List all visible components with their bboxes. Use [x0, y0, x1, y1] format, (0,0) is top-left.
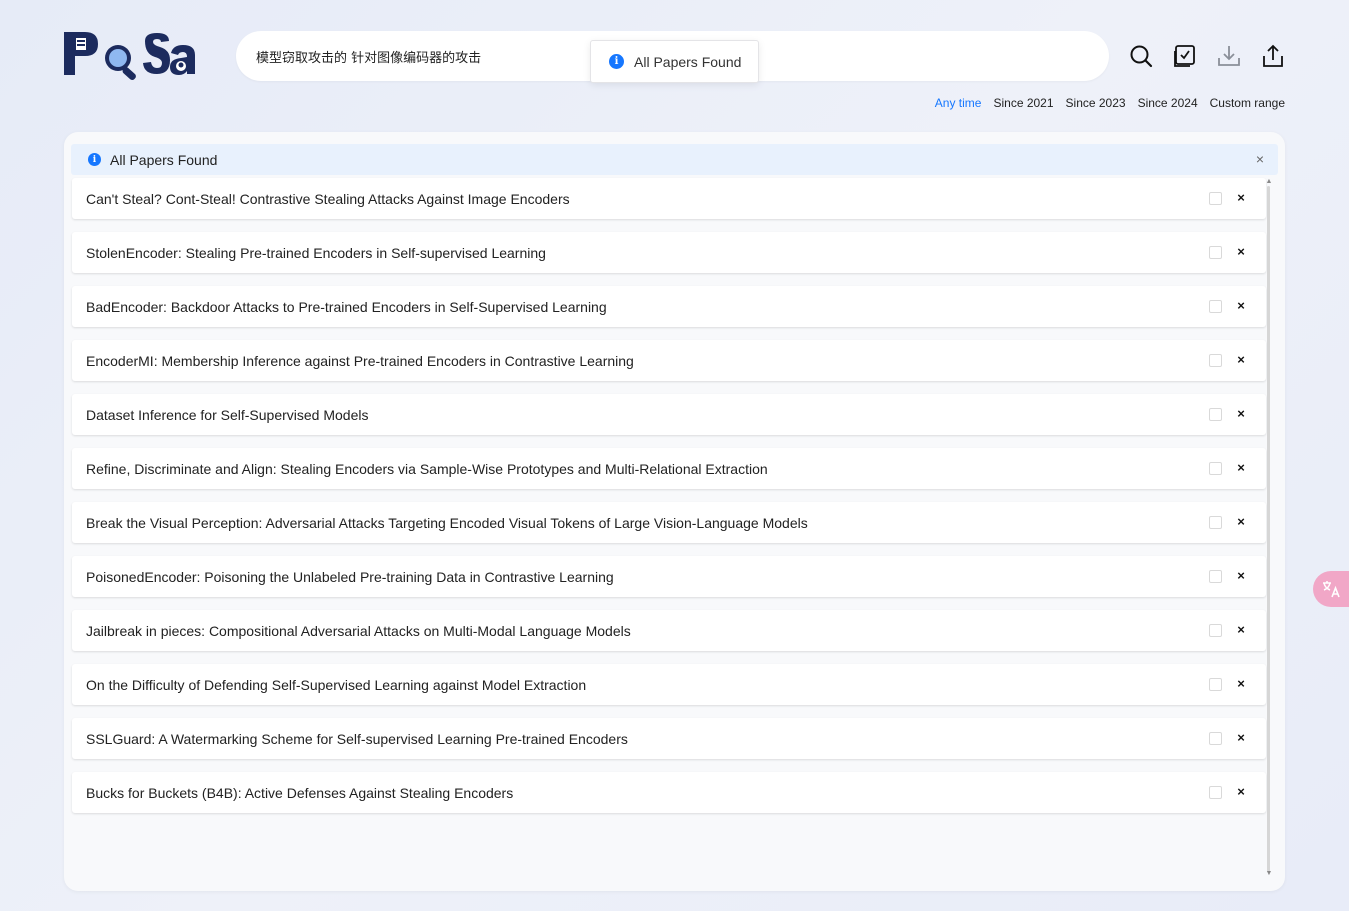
remove-icon[interactable]: × [1234, 514, 1248, 530]
paper-checkbox[interactable] [1209, 246, 1222, 259]
remove-icon[interactable]: × [1234, 730, 1248, 746]
remove-icon[interactable]: × [1234, 460, 1248, 476]
paper-title[interactable]: Can't Steal? Cont-Steal! Contrastive Ste… [86, 191, 570, 207]
list-item: Break the Visual Perception: Adversarial… [72, 502, 1266, 543]
list-item: StolenEncoder: Stealing Pre-trained Enco… [72, 232, 1266, 273]
search-icon [1130, 45, 1153, 68]
paper-title[interactable]: PoisonedEncoder: Poisoning the Unlabeled… [86, 569, 614, 585]
pasa-logo-image [64, 32, 195, 81]
paper-title[interactable]: StolenEncoder: Stealing Pre-trained Enco… [86, 245, 546, 261]
paper-checkbox[interactable] [1209, 408, 1222, 421]
translate-button[interactable] [1313, 571, 1349, 607]
paper-title[interactable]: Break the Visual Perception: Adversarial… [86, 515, 808, 531]
list-item: Bucks for Buckets (B4B): Active Defenses… [72, 772, 1266, 813]
time-filters: Any time Since 2021 Since 2023 Since 202… [935, 96, 1285, 110]
toast-text: All Papers Found [634, 53, 742, 70]
select-all-icon [1174, 45, 1195, 67]
paper-title[interactable]: Jailbreak in pieces: Compositional Adver… [86, 623, 631, 639]
share-button[interactable] [1260, 43, 1286, 69]
remove-icon[interactable]: × [1234, 676, 1248, 692]
list-item: SSLGuard: A Watermarking Scheme for Self… [72, 718, 1266, 759]
info-icon: i [88, 153, 101, 166]
filter-since-2024[interactable]: Since 2024 [1138, 96, 1198, 110]
paper-title[interactable]: Refine, Discriminate and Align: Stealing… [86, 461, 768, 477]
paper-checkbox[interactable] [1209, 624, 1222, 637]
list-item: On the Difficulty of Defending Self-Supe… [72, 664, 1266, 705]
paper-checkbox[interactable] [1209, 192, 1222, 205]
paper-checkbox[interactable] [1209, 462, 1222, 475]
list-item: Can't Steal? Cont-Steal! Contrastive Ste… [72, 178, 1266, 219]
search-button[interactable] [1128, 43, 1154, 69]
list-scrollbar[interactable]: ▲ ▼ [1265, 178, 1273, 878]
download-button[interactable] [1216, 43, 1242, 69]
translate-icon [1323, 581, 1340, 598]
scroll-down-arrow-icon[interactable]: ▼ [1265, 870, 1273, 878]
paper-checkbox[interactable] [1209, 354, 1222, 367]
list-item: BadEncoder: Backdoor Attacks to Pre-trai… [72, 286, 1266, 327]
pasa-logo[interactable] [63, 28, 197, 81]
paper-title[interactable]: SSLGuard: A Watermarking Scheme for Self… [86, 731, 628, 747]
remove-icon[interactable]: × [1234, 298, 1248, 314]
paper-title[interactable]: BadEncoder: Backdoor Attacks to Pre-trai… [86, 299, 607, 315]
info-icon: i [609, 54, 624, 69]
paper-list: Can't Steal? Cont-Steal! Contrastive Ste… [72, 178, 1266, 826]
alert-text: All Papers Found [110, 151, 218, 168]
scroll-up-arrow-icon[interactable]: ▲ [1265, 178, 1273, 186]
results-panel: i All Papers Found × Can't Steal? Cont-S… [64, 132, 1285, 891]
paper-checkbox[interactable] [1209, 570, 1222, 583]
paper-checkbox[interactable] [1209, 678, 1222, 691]
list-item: Dataset Inference for Self-Supervised Mo… [72, 394, 1266, 435]
filter-custom-range[interactable]: Custom range [1210, 96, 1285, 110]
remove-icon[interactable]: × [1234, 352, 1248, 368]
paper-title[interactable]: Bucks for Buckets (B4B): Active Defenses… [86, 785, 513, 801]
results-alert: i All Papers Found × [71, 144, 1278, 175]
remove-icon[interactable]: × [1234, 406, 1248, 422]
list-item: Jailbreak in pieces: Compositional Adver… [72, 610, 1266, 651]
filter-any-time[interactable]: Any time [935, 96, 982, 110]
remove-icon[interactable]: × [1234, 244, 1248, 260]
remove-icon[interactable]: × [1234, 190, 1248, 206]
paper-checkbox[interactable] [1209, 732, 1222, 745]
list-item: EncoderMI: Membership Inference against … [72, 340, 1266, 381]
close-icon[interactable]: × [1252, 151, 1268, 167]
paper-checkbox[interactable] [1209, 516, 1222, 529]
download-icon [1218, 46, 1240, 66]
select-all-button[interactable] [1172, 43, 1198, 69]
share-icon [1263, 44, 1283, 67]
paper-title[interactable]: EncoderMI: Membership Inference against … [86, 353, 634, 369]
status-toast: i All Papers Found [590, 40, 759, 83]
remove-icon[interactable]: × [1234, 622, 1248, 638]
paper-title[interactable]: Dataset Inference for Self-Supervised Mo… [86, 407, 368, 423]
remove-icon[interactable]: × [1234, 568, 1248, 584]
scroll-track[interactable] [1267, 186, 1270, 872]
paper-checkbox[interactable] [1209, 300, 1222, 313]
filter-since-2023[interactable]: Since 2023 [1066, 96, 1126, 110]
list-item: Refine, Discriminate and Align: Stealing… [72, 448, 1266, 489]
remove-icon[interactable]: × [1234, 784, 1248, 800]
list-item: PoisonedEncoder: Poisoning the Unlabeled… [72, 556, 1266, 597]
pasa-page: i All Papers Found Any time Since 2021 S… [0, 0, 1349, 911]
filter-since-2021[interactable]: Since 2021 [993, 96, 1053, 110]
paper-checkbox[interactable] [1209, 786, 1222, 799]
paper-title[interactable]: On the Difficulty of Defending Self-Supe… [86, 677, 586, 693]
